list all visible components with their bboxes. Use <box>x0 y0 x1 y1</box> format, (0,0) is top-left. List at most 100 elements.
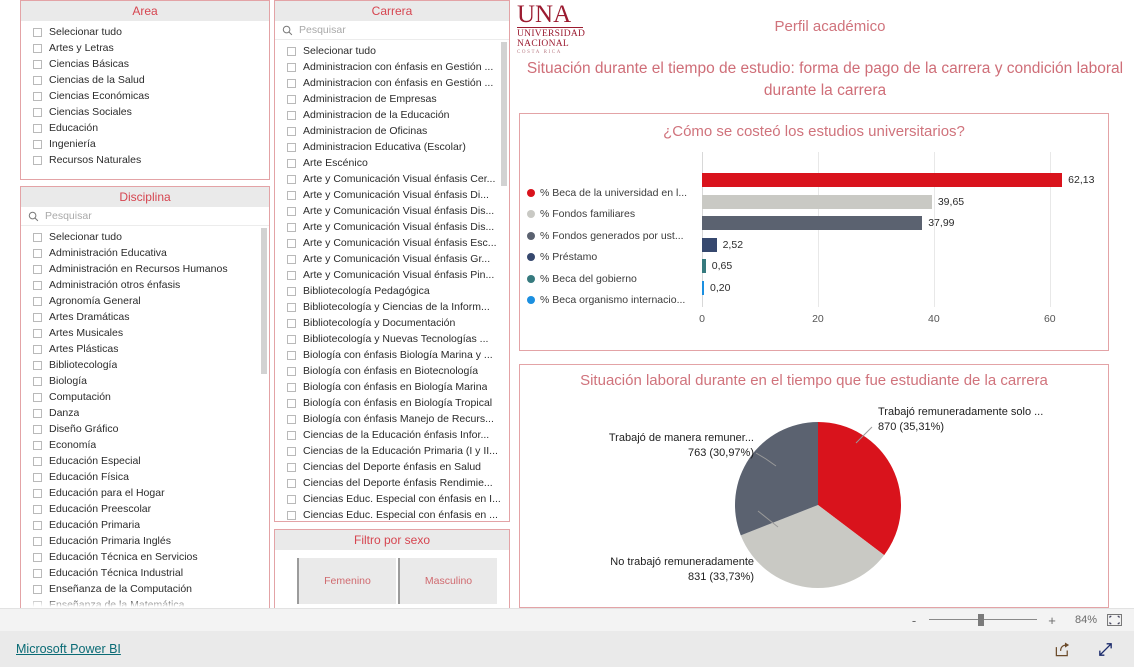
checkbox-icon[interactable] <box>33 312 42 322</box>
carrera-slicer-list[interactable]: Selecionar tudo Administracion con énfasi… <box>275 40 509 520</box>
disciplina-search-input[interactable]: Pesquisar <box>21 207 269 226</box>
sexo-option-femenino[interactable]: Femenino <box>297 558 396 604</box>
checkbox-icon[interactable] <box>33 536 42 546</box>
checkbox-icon[interactable] <box>287 350 296 360</box>
disciplina-option[interactable]: Computación <box>21 389 269 405</box>
bar[interactable] <box>702 237 717 252</box>
carrera-option[interactable]: Administracion Educativa (Escolar) <box>275 139 509 155</box>
checkbox-icon[interactable] <box>287 366 296 376</box>
carrera-option[interactable]: Ciencias Educ. Especial con énfasis en .… <box>275 507 509 520</box>
pie-chart-card[interactable]: Situación laboral durante en el tiempo q… <box>519 364 1109 608</box>
legend-item[interactable]: % Fondos familiares <box>527 204 687 226</box>
checkbox-icon[interactable] <box>287 270 296 280</box>
checkbox-icon[interactable] <box>287 286 296 296</box>
area-option[interactable]: Ciencias Sociales <box>21 104 269 120</box>
carrera-option[interactable]: Arte y Comunicación Visual énfasis Esc..… <box>275 235 509 251</box>
checkbox-icon[interactable] <box>33 328 42 338</box>
disciplina-option[interactable]: Administración Educativa <box>21 245 269 261</box>
disciplina-option[interactable]: Educación Física <box>21 469 269 485</box>
carrera-option[interactable]: Arte y Comunicación Visual énfasis Di... <box>275 187 509 203</box>
carrera-option[interactable]: Administracion de Empresas <box>275 91 509 107</box>
sexo-option-masculino[interactable]: Masculino <box>398 558 497 604</box>
area-option[interactable]: Ciencias Básicas <box>21 56 269 72</box>
disciplina-option[interactable]: Diseño Gráfico <box>21 421 269 437</box>
checkbox-icon[interactable] <box>33 504 42 514</box>
legend-item[interactable]: % Beca organismo internacio... <box>527 290 687 312</box>
checkbox-icon[interactable] <box>33 43 42 53</box>
disciplina-scrollbar-thumb[interactable] <box>261 228 267 374</box>
checkbox-icon[interactable] <box>33 568 42 578</box>
checkbox-icon[interactable] <box>33 520 42 530</box>
checkbox-icon[interactable] <box>287 510 296 520</box>
carrera-option[interactable]: Biología con énfasis Biología Marina y .… <box>275 347 509 363</box>
carrera-option[interactable]: Administracion de Oficinas <box>275 123 509 139</box>
bar-chart-legend[interactable]: % Beca de la universidad en l... % Fondos… <box>527 182 687 311</box>
area-slicer[interactable]: Area Selecionar tudo Artes y Letras Cienci… <box>20 0 270 180</box>
carrera-option[interactable]: Bibliotecología y Documentación <box>275 315 509 331</box>
bar[interactable] <box>702 194 932 209</box>
sexo-slicer[interactable]: Filtro por sexo Femenino Masculino <box>274 529 510 609</box>
checkbox-icon[interactable] <box>33 552 42 562</box>
checkbox-icon[interactable] <box>33 155 42 165</box>
checkbox-icon[interactable] <box>33 376 42 386</box>
bar[interactable] <box>702 216 923 230</box>
disciplina-option[interactable]: Administración otros énfasis <box>21 277 269 293</box>
checkbox-icon[interactable] <box>33 248 42 258</box>
checkbox-icon[interactable] <box>287 62 296 72</box>
carrera-option[interactable]: Selecionar tudo <box>275 43 509 59</box>
disciplina-option[interactable]: Educación Primaria Inglés <box>21 533 269 549</box>
checkbox-icon[interactable] <box>287 238 296 248</box>
disciplina-option[interactable]: Bibliotecología <box>21 357 269 373</box>
area-option[interactable]: Ciencias de la Salud <box>21 72 269 88</box>
carrera-slicer[interactable]: Carrera Pesquisar Selecionar tudo Adminis… <box>274 0 510 522</box>
checkbox-icon[interactable] <box>287 446 296 456</box>
carrera-scrollbar-thumb[interactable] <box>501 42 507 186</box>
disciplina-option[interactable]: Artes Musicales <box>21 325 269 341</box>
checkbox-icon[interactable] <box>287 142 296 152</box>
carrera-search-input[interactable]: Pesquisar <box>275 21 509 40</box>
area-slicer-list[interactable]: Selecionar tudo Artes y Letras Ciencias Bá… <box>21 21 269 179</box>
carrera-option[interactable]: Bibliotecología y Nuevas Tecnologías ... <box>275 331 509 347</box>
checkbox-icon[interactable] <box>33 408 42 418</box>
disciplina-option[interactable]: Educación Especial <box>21 453 269 469</box>
bar[interactable] <box>702 280 704 295</box>
checkbox-icon[interactable] <box>287 222 296 232</box>
bar-chart-card[interactable]: ¿Cómo se costeó los estudios universitar… <box>519 113 1109 351</box>
area-option[interactable]: Selecionar tudo <box>21 24 269 40</box>
zoom-in-button[interactable]: + <box>1047 613 1057 628</box>
carrera-option[interactable]: Administracion de la Educación <box>275 107 509 123</box>
carrera-option[interactable]: Bibliotecología y Ciencias de la Inform.… <box>275 299 509 315</box>
area-option[interactable]: Artes y Letras <box>21 40 269 56</box>
zoom-out-button[interactable]: - <box>909 613 919 628</box>
checkbox-icon[interactable] <box>287 126 296 136</box>
checkbox-icon[interactable] <box>33 424 42 434</box>
checkbox-icon[interactable] <box>287 158 296 168</box>
legend-item[interactable]: % Beca del gobierno <box>527 268 687 290</box>
area-option[interactable]: Ingeniería <box>21 136 269 152</box>
checkbox-icon[interactable] <box>287 46 296 56</box>
disciplina-slicer[interactable]: Disciplina Pesquisar Selecionar tudo Admi… <box>20 186 270 611</box>
checkbox-icon[interactable] <box>33 139 42 149</box>
checkbox-icon[interactable] <box>287 174 296 184</box>
carrera-option[interactable]: Biología con énfasis Manejo de Recurs... <box>275 411 509 427</box>
checkbox-icon[interactable] <box>287 494 296 504</box>
disciplina-option[interactable]: Artes Dramáticas <box>21 309 269 325</box>
carrera-option[interactable]: Biología con énfasis en Biología Marina <box>275 379 509 395</box>
checkbox-icon[interactable] <box>287 78 296 88</box>
disciplina-option[interactable]: Danza <box>21 405 269 421</box>
checkbox-icon[interactable] <box>33 232 42 242</box>
checkbox-icon[interactable] <box>287 462 296 472</box>
checkbox-icon[interactable] <box>33 360 42 370</box>
disciplina-option[interactable]: Agronomía General <box>21 293 269 309</box>
checkbox-icon[interactable] <box>33 27 42 37</box>
carrera-option[interactable]: Ciencias del Deporte énfasis en Salud <box>275 459 509 475</box>
carrera-option[interactable]: Administracion con énfasis en Gestión ..… <box>275 75 509 91</box>
checkbox-icon[interactable] <box>33 584 42 594</box>
disciplina-slicer-list[interactable]: Selecionar tudo Administración Educativa A… <box>21 226 269 609</box>
checkbox-icon[interactable] <box>33 123 42 133</box>
bar[interactable] <box>702 173 1063 187</box>
share-icon[interactable] <box>1054 641 1071 658</box>
disciplina-option[interactable]: Selecionar tudo <box>21 229 269 245</box>
checkbox-icon[interactable] <box>33 488 42 498</box>
checkbox-icon[interactable] <box>287 398 296 408</box>
